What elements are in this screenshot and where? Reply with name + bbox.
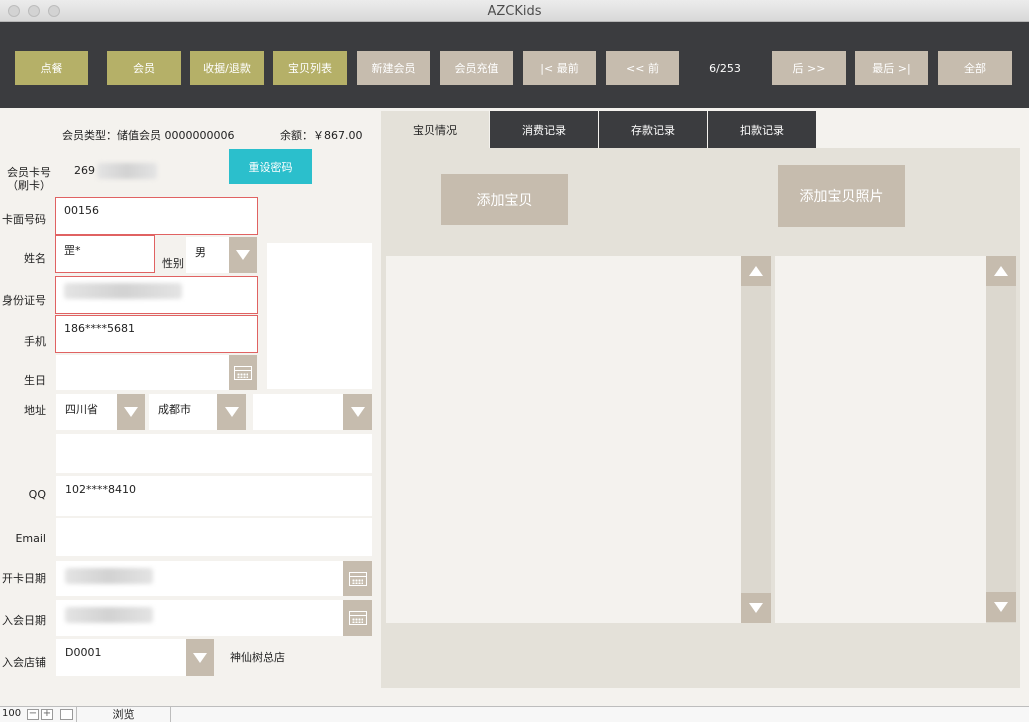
arrow-up-icon (994, 266, 1008, 276)
calendar-icon (234, 365, 252, 380)
gender-label: 性别 (162, 257, 184, 270)
qq-input[interactable]: 102****8410 (56, 476, 372, 516)
qq-label: QQ (28, 488, 46, 501)
member-balance: 余额：￥867.00 (280, 129, 363, 142)
zoom-out-button[interactable]: − (27, 709, 39, 720)
masked-card-number (97, 163, 157, 179)
email-input[interactable] (56, 518, 372, 556)
arrow-down-icon (749, 603, 763, 613)
member-button[interactable]: 会员 (107, 51, 181, 85)
tab-deduction-records[interactable]: 扣款记录 (708, 111, 816, 148)
store-code-select[interactable]: D0001 (56, 639, 186, 676)
chevron-down-icon (193, 652, 207, 663)
receipt-refund-button[interactable]: 收据/退款 (190, 51, 264, 85)
tab-consumption-records[interactable]: 消费记录 (490, 111, 598, 148)
id-number-label: 身份证号 (2, 294, 46, 307)
add-baby-button[interactable]: 添加宝贝 (441, 174, 568, 225)
member-recharge-button[interactable]: 会员充值 (440, 51, 513, 85)
district-dropdown-button[interactable] (343, 394, 372, 430)
open-date-input[interactable] (56, 561, 343, 596)
chevron-down-icon (236, 250, 250, 260)
masked-open-date (65, 568, 153, 584)
province-select[interactable]: 四川省 (56, 394, 117, 430)
gender-select[interactable]: 男 (186, 237, 229, 273)
member-photo-area[interactable] (267, 243, 372, 389)
store-name: 神仙树总店 (230, 651, 285, 664)
card-face-label: 卡面号码 (2, 213, 46, 226)
gender-dropdown-button[interactable] (229, 237, 257, 273)
join-date-label: 入会日期 (2, 614, 46, 627)
chevron-down-icon (350, 407, 365, 417)
layout-mode[interactable]: 浏览 (76, 707, 171, 722)
last-record-button[interactable]: 最后 >| (855, 51, 928, 85)
name-label: 姓名 (24, 252, 46, 265)
birthday-input[interactable] (56, 355, 229, 390)
baby-list-button[interactable]: 宝贝列表 (273, 51, 347, 85)
open-date-label: 开卡日期 (2, 572, 46, 585)
store-dropdown-button[interactable] (186, 639, 214, 676)
tab-deposit-records[interactable]: 存款记录 (599, 111, 707, 148)
new-member-button[interactable]: 新建会员 (357, 51, 430, 85)
join-store-label: 入会店铺 (2, 656, 46, 669)
arrow-down-icon (994, 602, 1008, 612)
baby-photo-scroll-down-button[interactable] (986, 592, 1016, 622)
next-record-button[interactable]: 后 >> (772, 51, 846, 85)
previous-record-button[interactable]: << 前 (606, 51, 679, 85)
join-date-calendar-button[interactable] (343, 600, 372, 636)
city-select[interactable]: 成都市 (149, 394, 217, 430)
card-face-number-input[interactable]: 00156 (55, 197, 258, 235)
baby-list-scroll-down-button[interactable] (741, 593, 771, 623)
reset-password-button[interactable]: 重设密码 (229, 149, 312, 184)
calendar-icon (348, 611, 367, 625)
member-type: 会员类型：储值会员 0000000006 (62, 129, 235, 142)
zoom-level: 100 (2, 708, 22, 719)
masked-join-date (65, 607, 153, 623)
mobile-input[interactable]: 186****5681 (55, 315, 258, 353)
card-number-label: 会员卡号 （刷卡） (7, 166, 51, 192)
baby-photo-scroll-up-button[interactable] (986, 256, 1016, 286)
open-date-calendar-button[interactable] (343, 561, 372, 596)
address-label: 地址 (24, 404, 46, 417)
province-dropdown-button[interactable] (117, 394, 145, 430)
name-input[interactable]: 罡* (55, 235, 155, 273)
status-bar: 100 − + 浏览 (0, 706, 1029, 722)
chevron-down-icon (224, 407, 239, 417)
arrow-up-icon (749, 266, 763, 276)
record-counter: 6/253 (709, 61, 741, 75)
street-address-input[interactable] (56, 434, 372, 473)
join-date-input[interactable] (56, 600, 343, 636)
baby-list-scrollbar[interactable] (741, 256, 771, 623)
order-button[interactable]: 点餐 (15, 51, 88, 85)
main-toolbar: 点餐 会员 收据/退款 宝贝列表 新建会员 会员充值 |< 最前 << 前 6/… (0, 22, 1029, 108)
card-number-value: 269 (74, 163, 157, 179)
calendar-icon (348, 571, 367, 586)
district-select[interactable] (253, 394, 343, 430)
baby-photo-scrollbar[interactable] (986, 256, 1016, 623)
baby-photo-list[interactable] (775, 256, 986, 623)
city-dropdown-button[interactable] (217, 394, 246, 430)
email-label: Email (15, 532, 46, 545)
tab-baby-info[interactable]: 宝贝情况 (381, 111, 489, 148)
birthday-label: 生日 (24, 374, 46, 387)
toggle-toolbar-icon[interactable] (60, 709, 73, 720)
baby-list-scroll-up-button[interactable] (741, 256, 771, 286)
add-baby-photo-button[interactable]: 添加宝贝照片 (778, 165, 905, 227)
window-title: AZCKids (487, 4, 542, 19)
chevron-down-icon (124, 407, 138, 417)
first-record-button[interactable]: |< 最前 (523, 51, 596, 85)
all-records-button[interactable]: 全部 (938, 51, 1012, 85)
title-bar: AZCKids (0, 0, 1029, 22)
mobile-label: 手机 (24, 335, 46, 348)
id-number-input[interactable] (55, 276, 258, 314)
baby-list[interactable] (386, 256, 741, 623)
masked-id-number (64, 283, 182, 299)
zoom-in-button[interactable]: + (41, 709, 53, 720)
birthday-calendar-button[interactable] (229, 355, 257, 390)
